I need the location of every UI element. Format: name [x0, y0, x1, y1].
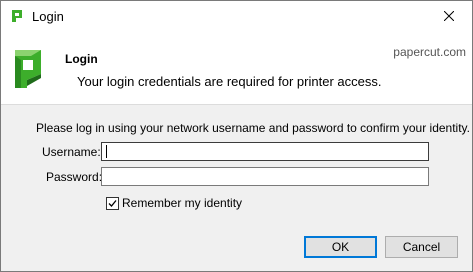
checkmark-icon: [108, 199, 117, 207]
brand-domain: papercut.com: [393, 45, 466, 59]
remember-identity-label: Remember my identity: [122, 196, 243, 210]
password-input[interactable]: [101, 167, 429, 186]
password-label: Password:: [46, 170, 103, 184]
username-input[interactable]: [101, 142, 429, 161]
header-subtitle: Your login credentials are required for …: [77, 74, 382, 89]
papercut-app-icon: [10, 9, 24, 23]
dialog-body: Please log in using your network usernam…: [1, 105, 472, 271]
dialog-header: Login Your login credentials are require…: [1, 32, 472, 104]
header-title: Login: [65, 52, 98, 66]
ok-button[interactable]: OK: [304, 236, 377, 258]
username-label: Username:: [42, 145, 101, 159]
close-icon: [443, 10, 455, 24]
checkbox-box[interactable]: [106, 196, 119, 210]
title-bar: Login: [1, 1, 472, 32]
login-dialog: Login Login Your login credentials are r…: [0, 0, 473, 272]
cancel-button[interactable]: Cancel: [385, 236, 458, 258]
instructions-text: Please log in using your network usernam…: [36, 121, 470, 135]
window-title: Login: [32, 9, 64, 24]
papercut-logo-icon: [11, 48, 45, 90]
text-caret: [106, 145, 107, 158]
close-button[interactable]: [426, 1, 472, 32]
remember-identity-checkbox[interactable]: Remember my identity: [106, 196, 242, 210]
